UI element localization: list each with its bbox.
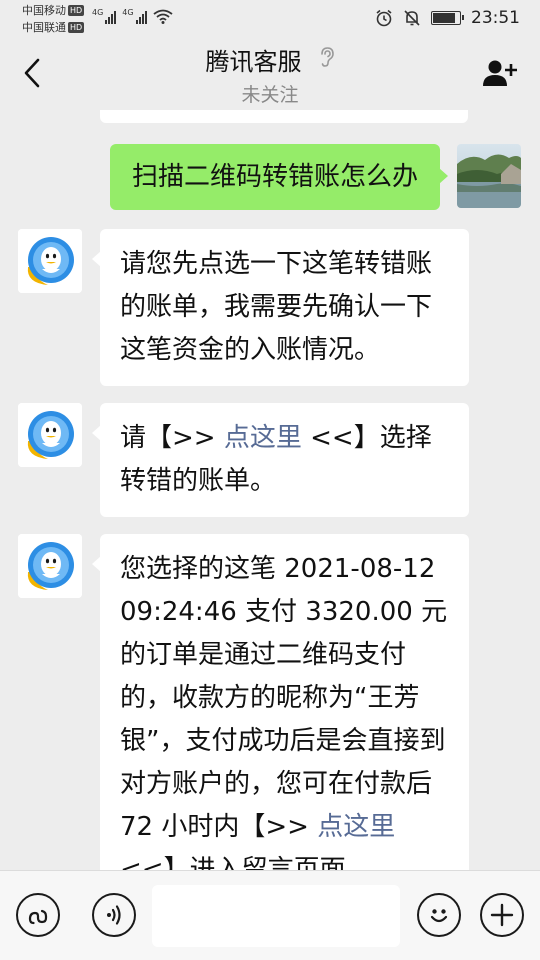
- mini-program-icon: [28, 909, 48, 925]
- mute-bell-icon: [404, 10, 420, 26]
- incoming-message[interactable]: 请您先点选一下这笔转错账的账单，我需要先确认一下这笔资金的入账情况。: [92, 229, 469, 386]
- tencent-service-logo-icon: [18, 403, 82, 467]
- carrier-2: 中国联通 HD: [22, 21, 85, 34]
- chat-title: 腾讯客服: [205, 48, 302, 76]
- outgoing-message[interactable]: 扫描二维码转错账怎么办: [109, 144, 449, 210]
- message-list[interactable]: 扫描二维码转错账怎么办 请您先点选一下这笔转错账的账单，我需要先确认一下这笔资金…: [0, 110, 540, 870]
- message-text: 请【>>: [120, 423, 224, 453]
- voice-icon: [107, 905, 121, 925]
- tencent-service-logo-icon: [18, 534, 82, 598]
- clock: 23:51: [471, 8, 520, 28]
- add-friend-button[interactable]: [482, 58, 518, 88]
- emoji-icon: [430, 909, 448, 923]
- more-button[interactable]: [480, 893, 524, 937]
- incoming-message[interactable]: 您选择的这笔 2021-08-12 09:24:46 支付 3320.00 元的…: [92, 534, 469, 870]
- incoming-message[interactable]: 请【>> 点这里 <<】选择转错的账单。: [92, 403, 469, 517]
- bot-avatar[interactable]: [18, 229, 82, 293]
- input-bar: [0, 870, 540, 960]
- message-text: 您选择的这笔 2021-08-12 09:24:46 支付 3320.00 元的…: [120, 554, 448, 842]
- signal-icon: 4G: [122, 8, 147, 24]
- mini-program-button[interactable]: [16, 893, 60, 937]
- message-input[interactable]: [152, 885, 400, 947]
- alarm-icon: [376, 9, 392, 27]
- tencent-service-logo-icon: [18, 229, 82, 293]
- user-avatar[interactable]: [457, 144, 521, 208]
- ear-icon: [320, 47, 334, 67]
- voice-button[interactable]: [92, 893, 136, 937]
- battery-icon: [431, 11, 464, 25]
- plus-icon: [490, 903, 514, 927]
- select-bill-link[interactable]: 点这里: [224, 423, 302, 453]
- status-bar: 中国移动 HD 中国联通 HD 4G 4G 23:51: [0, 0, 540, 36]
- add-user-icon: [483, 60, 517, 86]
- wifi-icon: [153, 9, 173, 24]
- emoji-button[interactable]: [417, 893, 461, 937]
- hd-badge: HD: [68, 22, 85, 33]
- bot-avatar[interactable]: [18, 534, 82, 598]
- leave-message-link[interactable]: 点这里: [317, 812, 395, 842]
- follow-status: 未关注: [241, 84, 299, 106]
- signal-icon: 4G: [92, 8, 117, 24]
- hd-badge: HD: [68, 5, 85, 16]
- bot-avatar[interactable]: [18, 403, 82, 467]
- carrier-1: 中国移动 HD: [22, 4, 85, 17]
- previous-message-bubble: [100, 110, 468, 123]
- chat-header: 腾讯客服 未关注: [0, 36, 540, 110]
- message-text: <<】进入留言页面: [120, 855, 346, 870]
- signal-indicators: 4G 4G: [92, 8, 173, 24]
